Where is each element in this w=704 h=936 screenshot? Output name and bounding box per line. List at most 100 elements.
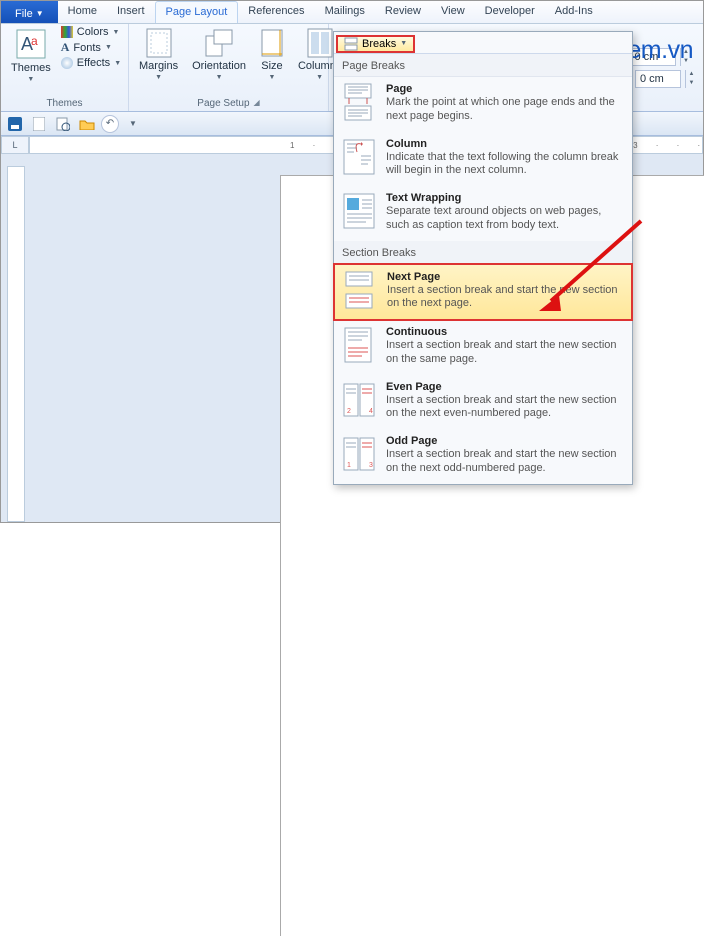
fonts-button[interactable]: AFonts ▼ xyxy=(61,40,121,55)
colors-button[interactable]: Colors ▼ xyxy=(61,26,121,38)
menu-item-title: Column xyxy=(386,138,624,150)
group-themes: Aa Themes ▼ Colors ▼ AFonts ▼ Effects ▼ The… xyxy=(1,24,129,111)
size-label: Size xyxy=(261,60,282,72)
menu-item-desc: Insert a section break and start the new… xyxy=(386,339,624,367)
chevron-down-icon: ▼ xyxy=(155,74,162,81)
effects-button[interactable]: Effects ▼ xyxy=(61,57,121,69)
chevron-down-icon: ▼ xyxy=(268,74,275,81)
margins-label: Margins xyxy=(139,60,178,72)
column-break-icon xyxy=(342,138,376,176)
tab-view[interactable]: View xyxy=(431,1,475,23)
size-button[interactable]: Size ▼ xyxy=(256,26,288,83)
chevron-down-icon: ▼ xyxy=(36,9,44,18)
menu-item-title: Even Page xyxy=(386,381,624,393)
menu-header-section-breaks: Section Breaks xyxy=(334,241,632,264)
effects-label: Effects xyxy=(77,57,110,69)
chevron-down-icon: ▼ xyxy=(27,76,34,83)
tab-references[interactable]: References xyxy=(238,1,314,23)
vertical-ruler[interactable] xyxy=(7,166,25,522)
chevron-down-icon: ▼ xyxy=(216,74,223,81)
qat-preview-icon[interactable] xyxy=(53,115,73,133)
orientation-label: Orientation xyxy=(192,60,246,72)
tab-review[interactable]: Review xyxy=(375,1,431,23)
breaks-menu: Breaks ▼ Page Breaks PageMark the point … xyxy=(333,31,633,485)
orientation-icon xyxy=(204,28,234,58)
columns-icon xyxy=(307,28,333,58)
menu-item-page[interactable]: PageMark the point at which one page end… xyxy=(334,77,632,132)
svg-text:1: 1 xyxy=(347,462,351,469)
menu-item-desc: Insert a section break and start the new… xyxy=(386,448,624,476)
qat-new-icon[interactable] xyxy=(29,115,49,133)
breaks-label: Breaks xyxy=(362,38,396,50)
spinner[interactable]: ▲▼ xyxy=(685,70,697,88)
group-page-setup-label: Page Setup xyxy=(197,98,249,109)
continuous-icon xyxy=(342,326,376,364)
menu-item-text-wrapping[interactable]: Text WrappingSeparate text around object… xyxy=(334,186,632,241)
orientation-button[interactable]: Orientation ▼ xyxy=(188,26,250,83)
group-page-setup: Margins▼ Orientation▼ Size▼ Columns▼ Pag… xyxy=(129,24,329,111)
breaks-icon xyxy=(344,37,358,51)
svg-text:a: a xyxy=(31,34,38,48)
menu-item-column[interactable]: ColumnIndicate that the text following t… xyxy=(334,132,632,187)
chevron-down-icon: ▼ xyxy=(114,60,121,67)
effects-icon xyxy=(61,57,73,69)
svg-text:2: 2 xyxy=(347,408,351,415)
fonts-label: Fonts xyxy=(73,42,101,54)
dialog-launcher-icon[interactable]: ◢ xyxy=(254,98,260,109)
menu-item-desc: Separate text around objects on web page… xyxy=(386,205,624,233)
chevron-down-icon: ▼ xyxy=(113,29,120,36)
svg-text:4: 4 xyxy=(369,408,373,415)
file-tab[interactable]: File ▼ xyxy=(1,1,58,23)
themes-label: Themes xyxy=(11,62,51,74)
tab-mailings[interactable]: Mailings xyxy=(315,1,375,23)
group-themes-label: Themes xyxy=(46,98,82,109)
svg-text:3: 3 xyxy=(369,462,373,469)
tab-addins[interactable]: Add-Ins xyxy=(545,1,603,23)
menu-item-desc: Mark the point at which one page ends an… xyxy=(386,96,624,124)
indent-right-value[interactable]: 0 cm xyxy=(635,70,681,88)
margins-button[interactable]: Margins ▼ xyxy=(135,26,182,83)
indent-left-value[interactable]: 0 cm xyxy=(630,48,676,66)
qat-save-icon[interactable] xyxy=(5,115,25,133)
margins-icon xyxy=(146,28,172,58)
chevron-down-icon: ▼ xyxy=(400,40,407,47)
qat-undo-icon[interactable]: ↶ xyxy=(101,115,119,133)
themes-button[interactable]: Aa Themes ▼ xyxy=(7,26,55,85)
menu-item-desc: Insert a section break and start the new… xyxy=(387,284,623,312)
spinner[interactable]: ▲▼ xyxy=(680,48,692,66)
menu-item-next-page[interactable]: Next PageInsert a section break and star… xyxy=(333,263,633,322)
odd-page-icon: 13 xyxy=(342,435,376,473)
menu-item-continuous[interactable]: ContinuousInsert a section break and sta… xyxy=(334,320,632,375)
menu-item-desc: Insert a section break and start the new… xyxy=(386,394,624,422)
menu-item-title: Next Page xyxy=(387,271,623,283)
menu-item-desc: Indicate that the text following the col… xyxy=(386,151,624,179)
qat-chevron-down-icon[interactable]: ▼ xyxy=(123,115,143,133)
menu-item-title: Odd Page xyxy=(386,435,624,447)
file-tab-label: File xyxy=(15,8,33,20)
menu-item-title: Text Wrapping xyxy=(386,192,624,204)
breaks-button[interactable]: Breaks ▼ xyxy=(336,35,415,53)
ribbon-tabs: File ▼ Home Insert Page Layout Reference… xyxy=(1,1,703,24)
tab-developer[interactable]: Developer xyxy=(475,1,545,23)
fonts-icon: A xyxy=(61,40,70,55)
menu-item-even-page[interactable]: 24 Even PageInsert a section break and s… xyxy=(334,375,632,430)
next-page-icon xyxy=(343,271,377,309)
text-wrapping-icon xyxy=(342,192,376,230)
chevron-down-icon: ▼ xyxy=(105,44,112,51)
menu-header-page-breaks: Page Breaks xyxy=(334,54,632,77)
chevron-down-icon: ▼ xyxy=(316,74,323,81)
themes-icon: Aa xyxy=(15,28,47,60)
colors-icon xyxy=(61,26,73,38)
menu-item-odd-page[interactable]: 13 Odd PageInsert a section break and st… xyxy=(334,429,632,484)
tab-insert[interactable]: Insert xyxy=(107,1,155,23)
ruler-corner[interactable]: L xyxy=(1,136,29,154)
even-page-icon: 24 xyxy=(342,381,376,419)
qat-open-icon[interactable] xyxy=(77,115,97,133)
tab-home[interactable]: Home xyxy=(58,1,107,23)
menu-item-title: Page xyxy=(386,83,624,95)
size-icon xyxy=(260,28,284,58)
menu-item-title: Continuous xyxy=(386,326,624,338)
page-break-icon xyxy=(342,83,376,121)
tab-page-layout[interactable]: Page Layout xyxy=(155,1,239,23)
colors-label: Colors xyxy=(77,26,109,38)
